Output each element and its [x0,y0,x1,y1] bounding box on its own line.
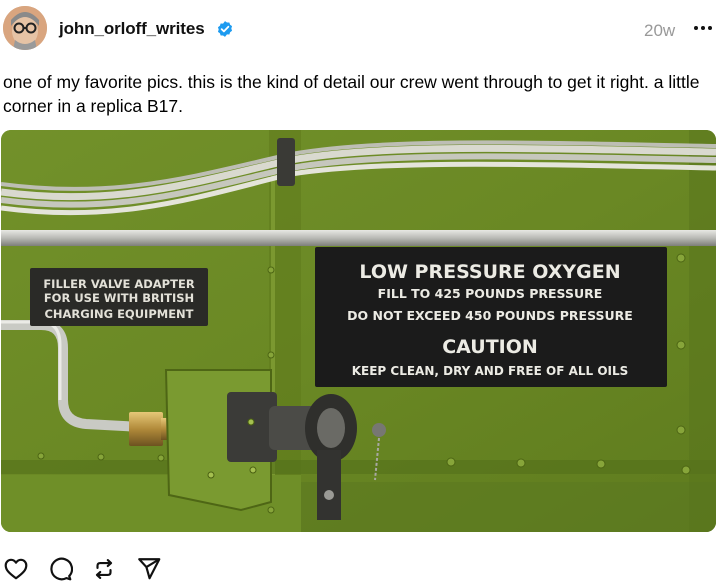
comment-icon[interactable] [47,556,73,582]
avatar-image [3,6,47,50]
more-options-icon[interactable] [693,22,713,34]
right-placard-line3: KEEP CLEAN, DRY AND FREE OF ALL OILS [352,364,629,378]
post-caption: one of my favorite pics. this is the kin… [3,72,700,116]
left-placard-line1: FILLER VALVE ADAPTER [43,277,195,291]
right-placard-title: LOW PRESSURE OXYGEN [359,261,620,283]
avatar[interactable] [3,6,47,50]
post-timestamp[interactable]: 20w [644,21,675,41]
post-actions [0,552,200,584]
right-placard-line2: DO NOT EXCEED 450 POUNDS PRESSURE [347,308,633,323]
photo-illustration: FILLER VALVE ADAPTER FOR USE WITH BRITIS… [1,130,716,532]
username-link[interactable]: john_orloff_writes [59,19,205,39]
post-header: john_orloff_writes 20w [0,0,717,62]
left-placard-line2: FOR USE WITH BRITISH [44,291,194,305]
right-placard-caution: CAUTION [442,336,538,358]
heart-icon[interactable] [3,556,29,582]
right-placard-line1: FILL TO 425 POUNDS PRESSURE [378,286,603,301]
repost-icon[interactable] [91,556,117,582]
verified-badge-icon [217,21,233,37]
post-photo[interactable]: FILLER VALVE ADAPTER FOR USE WITH BRITIS… [1,130,716,532]
left-placard-line3: CHARGING EQUIPMENT [44,307,193,321]
share-icon[interactable] [136,556,162,582]
